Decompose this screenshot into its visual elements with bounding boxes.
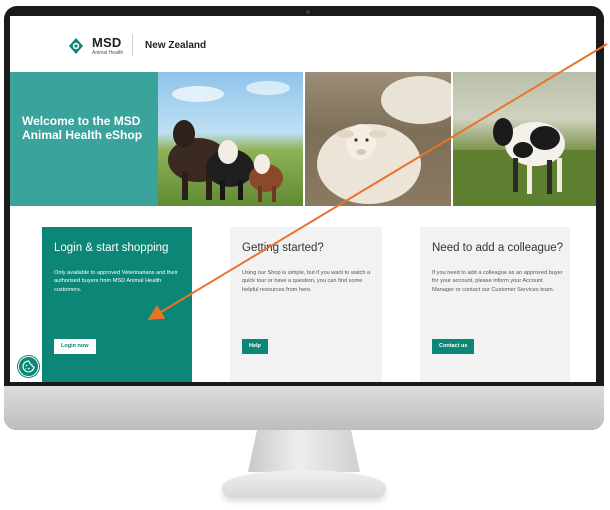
getting-started-body: Using our Shop is simple, but if you wan… [242, 270, 371, 293]
header-divider [132, 34, 133, 56]
monitor-stand-base [222, 470, 386, 498]
help-button[interactable]: Help [242, 339, 268, 354]
logo-brand-text: MSD [92, 35, 122, 50]
add-colleague-body: If you need to add a colleague as an app… [432, 270, 563, 293]
hero-image-holstein-cow [452, 72, 596, 206]
login-card-body: Only available to approved Veterinarians… [54, 270, 178, 293]
hero-welcome-panel: Welcome to the MSD Animal Health eShop [10, 72, 158, 206]
msd-logo-link[interactable]: MSD Animal Health [66, 36, 123, 56]
getting-started-title: Getting started? [242, 242, 324, 254]
getting-started-card: Getting started? Using our Shop is simpl… [230, 227, 382, 382]
hero-title: Welcome to the MSD Animal Health eShop [22, 114, 143, 142]
monitor-chin [4, 386, 604, 430]
logo-subtitle: Animal Health [92, 50, 124, 56]
hero-banner: Welcome to the MSD Animal Health eShop [10, 72, 596, 206]
login-card: Login & start shopping Only available to… [42, 227, 192, 382]
region-label: New Zealand [145, 40, 207, 51]
monitor-stand-neck [248, 430, 360, 472]
add-colleague-card: Need to add a colleague? If you need to … [420, 227, 570, 382]
msd-logo-icon [66, 36, 86, 56]
login-card-title: Login & start shopping [54, 242, 169, 254]
add-colleague-title: Need to add a colleague? [432, 242, 564, 254]
login-now-button[interactable]: Login now [54, 339, 96, 354]
info-cards: Login & start shopping Only available to… [10, 206, 596, 382]
hero-image-cows [157, 72, 303, 206]
site-header: MSD Animal Health New Zealand [10, 16, 596, 72]
contact-us-button[interactable]: Contact us [432, 339, 475, 354]
hero-image-sheep [305, 72, 451, 206]
browser-screen: MSD Animal Health New Zealand Welcome to… [10, 16, 596, 382]
webcam-dot [306, 10, 310, 14]
cookie-settings-button[interactable] [18, 356, 39, 377]
